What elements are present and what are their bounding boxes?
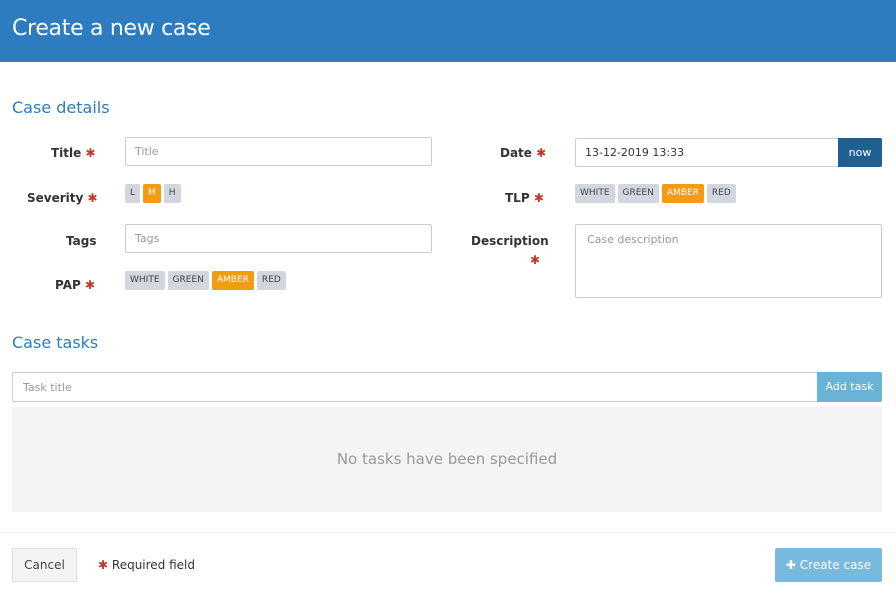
pap-selector: WHITE GREEN AMBER RED bbox=[125, 271, 286, 290]
severity-label: Severity ✱ bbox=[27, 191, 98, 205]
pap-option-red[interactable]: RED bbox=[256, 271, 286, 290]
severity-selector: L M H bbox=[125, 184, 181, 203]
tlp-label: TLP ✱ bbox=[505, 191, 544, 205]
task-title-input[interactable] bbox=[12, 372, 818, 402]
pap-option-amber[interactable]: AMBER bbox=[211, 271, 254, 290]
date-input[interactable] bbox=[575, 138, 839, 167]
create-case-button[interactable]: ✚ Create case bbox=[775, 548, 882, 582]
tags-label: Tags bbox=[66, 234, 97, 248]
pap-label: PAP ✱ bbox=[55, 278, 96, 292]
description-textarea[interactable] bbox=[575, 224, 882, 298]
tags-input[interactable] bbox=[125, 224, 432, 253]
description-label: Description bbox=[471, 234, 549, 248]
modal-title: Create a new case bbox=[12, 16, 211, 41]
title-label: Title ✱ bbox=[51, 146, 96, 160]
severity-option-h[interactable]: H bbox=[163, 184, 181, 203]
required-icon: ✱ bbox=[536, 146, 547, 160]
required-icon: ✱ bbox=[87, 191, 98, 205]
required-icon: ✱ bbox=[530, 253, 541, 267]
modal-header: Create a new case bbox=[0, 0, 896, 62]
cancel-button[interactable]: Cancel bbox=[12, 548, 77, 582]
case-tasks-heading: Case tasks bbox=[12, 333, 99, 352]
required-icon: ✱ bbox=[84, 278, 96, 292]
tlp-option-red[interactable]: RED bbox=[706, 184, 736, 203]
required-field-note: ✱ Required field bbox=[98, 558, 196, 572]
tlp-option-amber[interactable]: AMBER bbox=[661, 184, 704, 203]
title-input[interactable] bbox=[125, 137, 432, 166]
add-task-button[interactable]: Add task bbox=[817, 372, 882, 402]
empty-tasks-message: No tasks have been specified bbox=[12, 407, 882, 512]
required-icon: ✱ bbox=[85, 146, 96, 160]
case-details-heading: Case details bbox=[12, 98, 110, 117]
now-button[interactable]: now bbox=[838, 138, 882, 167]
required-icon: ✱ bbox=[98, 558, 109, 572]
pap-option-green[interactable]: GREEN bbox=[167, 271, 209, 290]
description-required-marker: ✱ bbox=[530, 253, 540, 267]
tlp-selector: WHITE GREEN AMBER RED bbox=[575, 184, 736, 203]
severity-option-l[interactable]: L bbox=[125, 184, 141, 203]
date-label: Date ✱ bbox=[500, 146, 547, 160]
tlp-option-white[interactable]: WHITE bbox=[575, 184, 615, 203]
severity-option-m[interactable]: M bbox=[143, 184, 161, 203]
required-icon: ✱ bbox=[533, 191, 544, 205]
tlp-option-green[interactable]: GREEN bbox=[617, 184, 659, 203]
pap-option-white[interactable]: WHITE bbox=[125, 271, 165, 290]
footer-divider bbox=[0, 532, 896, 533]
plus-icon: ✚ bbox=[785, 558, 796, 572]
